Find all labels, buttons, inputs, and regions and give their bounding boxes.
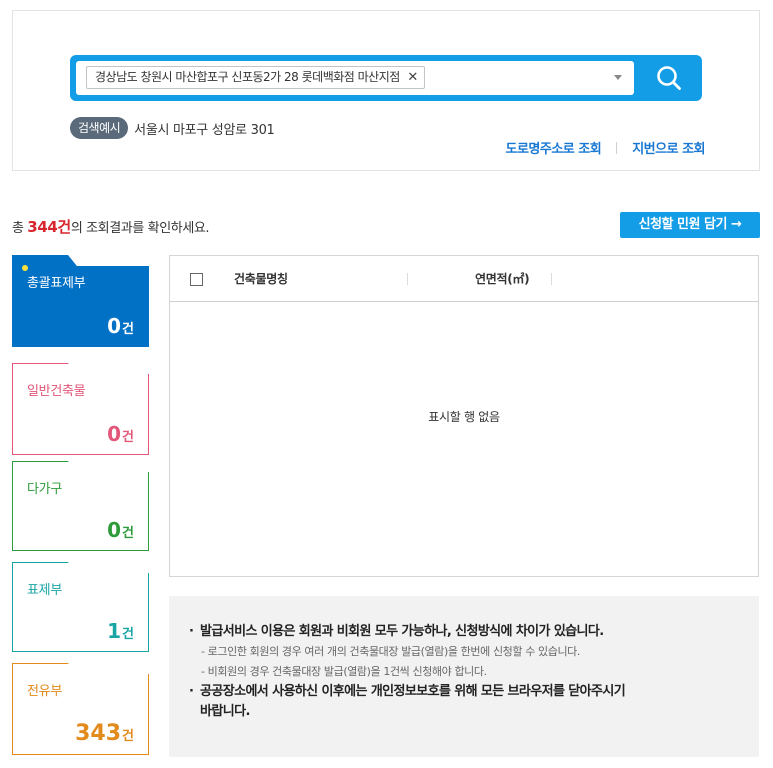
category-label: 다가구	[27, 482, 62, 497]
search-bar: 경상남도 창원시 마산합포구 신포동2가 28 롯데백화점 마산지점 ✕	[70, 55, 702, 101]
column-divider	[407, 273, 408, 285]
address-select[interactable]: 경상남도 창원시 마산합포구 신포동2가 28 롯데백화점 마산지점 ✕	[76, 61, 634, 95]
remove-tag-icon[interactable]: ✕	[407, 67, 418, 88]
category-card-exclusive[interactable]: 전유부 343건	[12, 663, 149, 755]
search-icon	[657, 66, 681, 90]
chevron-down-icon[interactable]	[614, 75, 622, 80]
notice-line: · 발급서비스 이용은 회원과 비회원 모두 가능하나, 신청방식에 차이가 있습…	[189, 624, 604, 639]
active-dot-icon	[22, 265, 28, 271]
search-example: 검색예시 서울시 마포구 성암로 301	[70, 117, 275, 139]
category-label: 일반건축물	[27, 384, 86, 399]
column-header-area: 연면적(㎡)	[475, 272, 530, 286]
select-all-checkbox[interactable]	[190, 273, 203, 286]
notice-subline: - 로그인한 회원의 경우 여러 개의 건축물대장 발급(열람)을 한번에 신청…	[201, 645, 580, 658]
notice-line: · 공공장소에서 사용하신 이후에는 개인정보보호를 위해 모든 브라우저를 닫아…	[189, 684, 626, 699]
notice-box: · 발급서비스 이용은 회원과 비회원 모두 가능하나, 신청방식에 차이가 있습…	[169, 596, 759, 757]
search-button[interactable]	[634, 55, 702, 101]
category-count: 1건	[107, 619, 134, 643]
category-card-summary[interactable]: 총괄표제부 0건	[12, 255, 149, 347]
category-count: 0건	[107, 314, 134, 338]
empty-message: 표시할 행 없음	[428, 410, 500, 424]
category-count: 0건	[107, 422, 134, 446]
add-to-cart-button[interactable]: 신청할 민원 담기 →	[620, 212, 760, 238]
result-suffix: 의 조회결과를 확인하세요.	[70, 221, 210, 236]
table-header: 건축물명칭 연면적(㎡)	[170, 256, 758, 302]
selected-address-text: 경상남도 창원시 마산합포구 신포동2가 28 롯데백화점 마산지점	[95, 70, 400, 84]
column-header-name: 건축물명칭	[234, 272, 288, 286]
category-count: 0건	[107, 518, 134, 542]
category-count: 343건	[75, 721, 134, 746]
search-panel: 경상남도 창원시 마산합포구 신포동2가 28 롯데백화점 마산지점 ✕ 검색예…	[12, 10, 760, 171]
road-address-link[interactable]: 도로명주소로 조회	[505, 138, 601, 157]
example-text: 서울시 마포구 성암로 301	[134, 122, 275, 138]
selected-address-tag: 경상남도 창원시 마산합포구 신포동2가 28 롯데백화점 마산지점 ✕	[86, 66, 425, 89]
category-card-multi-household[interactable]: 다가구 0건	[12, 461, 149, 551]
link-divider	[616, 141, 618, 154]
result-table: 건축물명칭 연면적(㎡) 표시할 행 없음	[169, 255, 759, 577]
category-card-title[interactable]: 표제부 1건	[12, 562, 149, 652]
notice-subline: - 비회원의 경우 건축물대장 발급(열람)을 1건씩 신청해야 합니다.	[201, 665, 487, 678]
example-badge: 검색예시	[70, 117, 129, 139]
category-label: 전유부	[27, 684, 62, 699]
notice-line-continued: 바랍니다.	[200, 704, 250, 719]
result-summary: 총 344건의 조회결과를 확인하세요.	[12, 216, 210, 237]
category-label: 총괄표제부	[27, 276, 86, 291]
category-card-general[interactable]: 일반건축물 0건	[12, 363, 149, 455]
lot-number-link[interactable]: 지번으로 조회	[632, 138, 705, 157]
result-prefix: 총	[12, 221, 28, 236]
category-label: 표제부	[27, 583, 62, 598]
query-links: 도로명주소로 조회 지번으로 조회	[505, 138, 705, 157]
result-count: 344건	[27, 218, 71, 236]
column-divider	[551, 273, 552, 285]
